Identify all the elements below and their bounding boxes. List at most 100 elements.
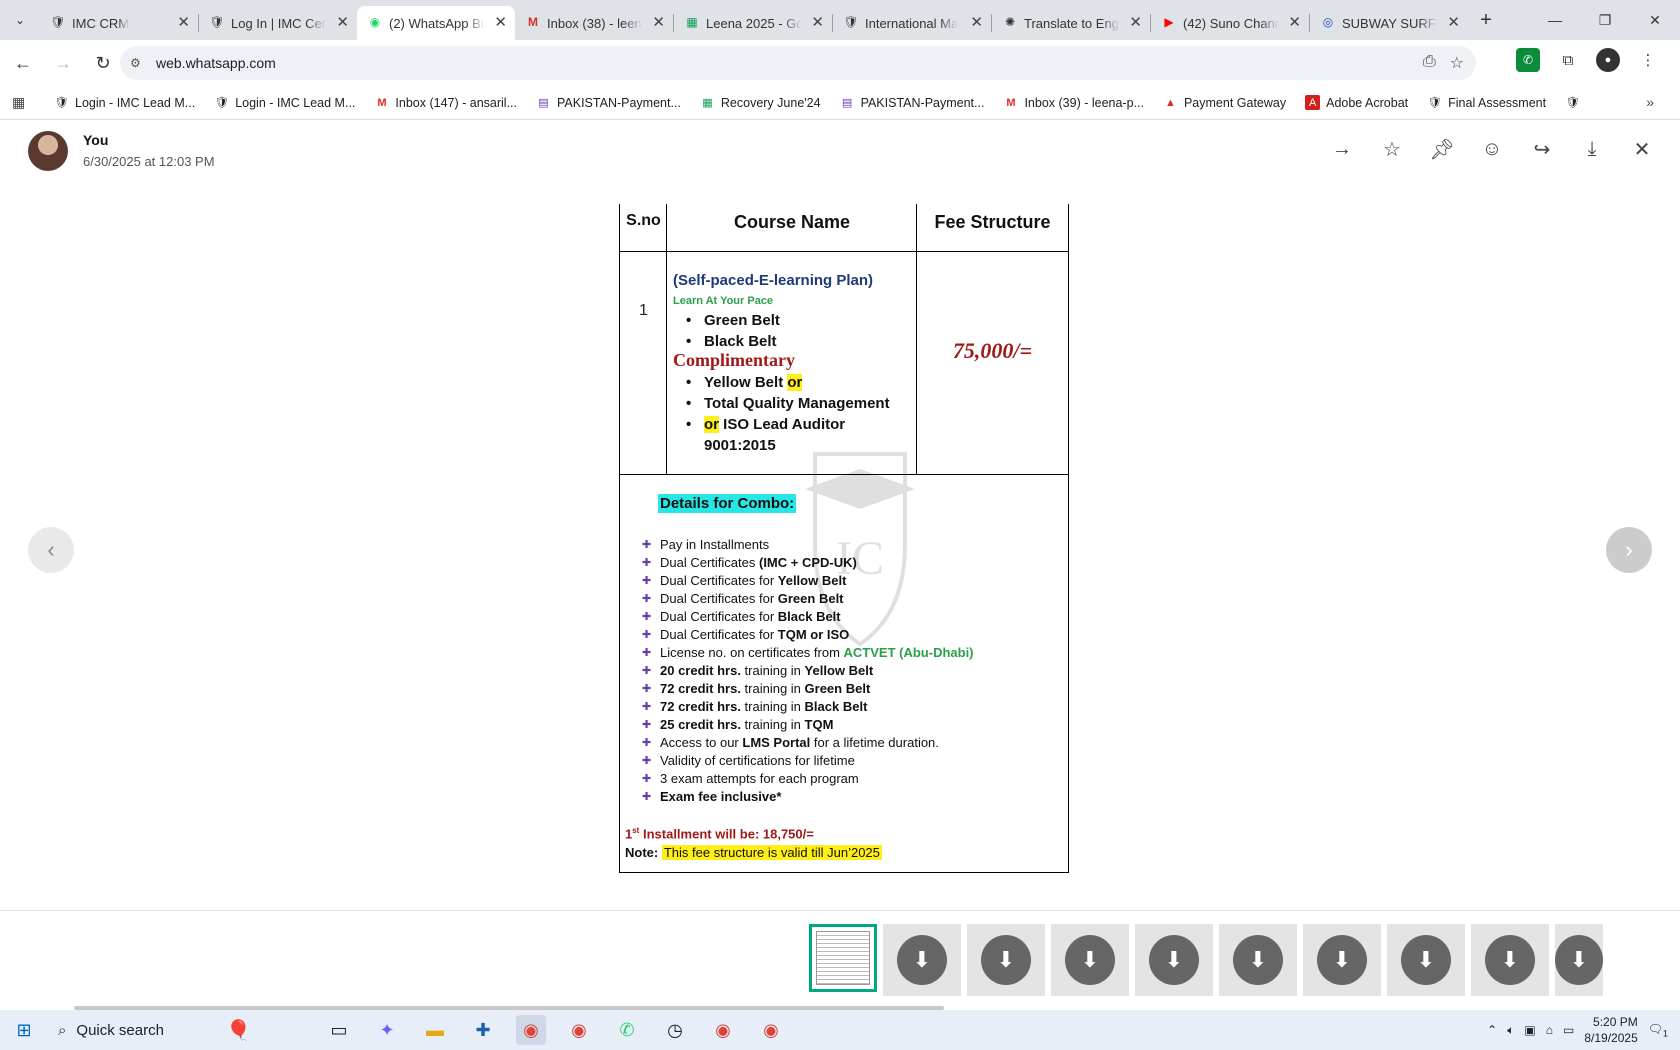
bookmark-item[interactable]: M Inbox (147) - ansaril... <box>374 95 517 110</box>
pin-icon[interactable]: 📌︎ <box>1429 137 1454 161</box>
display-icon[interactable]: ▭ <box>1563 1023 1574 1037</box>
volume-icon[interactable]: 🔈︎ <box>1507 1023 1514 1038</box>
thumbnail-download[interactable]: ⬇ <box>1555 924 1603 996</box>
forward-button[interactable]: → <box>46 46 80 80</box>
tab-close-icon[interactable]: ✕ <box>1129 13 1142 31</box>
forward-icon[interactable]: ↪ <box>1530 137 1554 161</box>
thumbnail-download[interactable]: ⬇ <box>883 924 961 996</box>
sender-avatar[interactable] <box>28 131 68 171</box>
windows-logo-icon: ⊞ <box>16 1019 32 1040</box>
tab-close-icon[interactable]: ✕ <box>811 13 824 31</box>
tab-sheets[interactable]: ▦ Leena 2025 - Go ✕ <box>674 6 832 40</box>
chrome-icon[interactable]: ◉ <box>756 1015 786 1045</box>
thumbnail-download[interactable]: ⬇ <box>1471 924 1549 996</box>
tab-close-icon[interactable]: ✕ <box>494 13 507 31</box>
notification-count: 1 <box>1662 1028 1668 1039</box>
file-explorer-icon[interactable]: ▬ <box>420 1015 450 1045</box>
tab-close-icon[interactable]: ✕ <box>336 13 349 31</box>
network-icon[interactable]: ⌂ <box>1546 1023 1553 1037</box>
chrome-icon[interactable]: ◉ <box>516 1015 546 1045</box>
tab-close-icon[interactable]: ✕ <box>652 13 665 31</box>
tab-youtube[interactable]: ▶ (42) Suno Chand ✕ <box>1151 6 1309 40</box>
bookmark-item[interactable]: 🛡 Final Assessment <box>1427 95 1546 110</box>
bookmark-item[interactable]: ▤ PAKISTAN-Payment... <box>536 95 681 110</box>
chrome-icon[interactable]: ◉ <box>564 1015 594 1045</box>
emoji-react-icon[interactable]: ☺ <box>1480 137 1504 161</box>
camera-icon[interactable]: ▣ <box>1524 1023 1535 1037</box>
row-serial: 1 <box>639 302 648 319</box>
previous-media-button[interactable]: ‹ <box>28 527 74 573</box>
restore-icon[interactable]: ❐ <box>1580 0 1630 40</box>
thumbnail-selected[interactable] <box>809 924 877 992</box>
back-button[interactable]: ← <box>6 46 40 80</box>
bookmark-item[interactable]: A Adobe Acrobat <box>1305 95 1408 110</box>
star-icon[interactable]: ☆ <box>1380 137 1404 161</box>
new-tab-button[interactable]: + <box>1468 0 1504 40</box>
item-text: training in <box>740 663 805 678</box>
tab-subway-surfers[interactable]: ◎ SUBWAY SURFE ✕ <box>1310 6 1468 40</box>
sheets-icon: ▦ <box>702 97 713 109</box>
system-clock[interactable]: 5:20 PM 8/19/2025 <box>1584 1014 1637 1046</box>
thumbnail-download[interactable]: ⬇ <box>1219 924 1297 996</box>
extensions-puzzle-icon[interactable]: ⧉ <box>1556 48 1580 72</box>
next-media-button[interactable]: › <box>1606 527 1652 573</box>
item-text: 9001:2015 <box>704 437 776 454</box>
bookmarks-overflow-icon[interactable]: » <box>1646 94 1654 110</box>
media-thumbnail-strip: ⬇ ⬇ ⬇ ⬇ ⬇ ⬇ ⬇ ⬇ ⬇ <box>809 924 1603 996</box>
clock-app-icon[interactable]: ◷ <box>660 1015 690 1045</box>
thumbnail-download[interactable]: ⬇ <box>1303 924 1381 996</box>
go-to-message-icon[interactable]: → <box>1330 137 1354 161</box>
bookmark-item[interactable]: ▦ Recovery June'24 <box>700 95 820 110</box>
thumbnail-download[interactable]: ⬇ <box>1135 924 1213 996</box>
apps-grid-icon[interactable]: ▦ <box>12 94 40 111</box>
chrome-icon[interactable]: ◉ <box>708 1015 738 1045</box>
menu-kebab-icon[interactable]: ⋮ <box>1636 48 1660 72</box>
tab-imc-login[interactable]: 🛡 Log In | IMC Cer ✕ <box>199 6 357 40</box>
bookmark-item[interactable]: 🛡 Login - IMC Lead M... <box>54 95 196 110</box>
thumbnail-download[interactable]: ⬇ <box>1051 924 1129 996</box>
whatsapp-extension-icon[interactable]: ✆ <box>1516 48 1540 72</box>
close-viewer-icon[interactable]: ✕ <box>1630 137 1654 161</box>
notifications-icon[interactable]: 🗨︎1 <box>1648 1022 1668 1038</box>
quick-search[interactable]: ⌕ Quick search 🎈 <box>48 1010 318 1050</box>
tab-close-icon[interactable]: ✕ <box>1288 13 1301 31</box>
header-sno: S.no <box>626 212 661 229</box>
minimize-icon[interactable]: — <box>1530 0 1580 40</box>
close-window-icon[interactable]: ✕ <box>1630 0 1680 40</box>
thumbnail-download[interactable]: ⬇ <box>1387 924 1465 996</box>
item-text: Dual Certificates <box>660 555 759 570</box>
bookmark-label: Final Assessment <box>1448 95 1547 110</box>
tab-imc-crm[interactable]: 🛡 IMC CRM ✕ <box>40 6 198 40</box>
site-info-icon[interactable]: ⚙ <box>130 56 148 70</box>
start-button[interactable]: ⊞ <box>0 1010 48 1050</box>
tab-international[interactable]: 🛡 International Ma ✕ <box>833 6 991 40</box>
tab-chatgpt[interactable]: ✺ Translate to Engl ✕ <box>992 6 1150 40</box>
bookmark-item[interactable]: ▲ Payment Gateway <box>1163 95 1286 110</box>
reload-button[interactable]: ↻ <box>86 46 120 80</box>
bookmark-item-icon-only[interactable]: 🛡 <box>1565 95 1580 110</box>
thumbnail-download[interactable]: ⬇ <box>967 924 1045 996</box>
address-bar[interactable]: ⚙ web.whatsapp.com ⎙ ☆ <box>120 46 1476 80</box>
whatsapp-icon[interactable]: ✆ <box>612 1015 642 1045</box>
download-icon[interactable]: ⤓ <box>1580 137 1604 161</box>
app-icon[interactable]: ✚ <box>468 1015 498 1045</box>
bookmark-star-icon[interactable]: ☆ <box>1450 53 1464 73</box>
list-item: Dual Certificates for Green Belt <box>642 590 974 608</box>
bookmark-item[interactable]: 🛡 Login - IMC Lead M... <box>214 95 356 110</box>
profile-avatar-icon[interactable]: ● <box>1596 48 1620 72</box>
bookmark-item[interactable]: ▤ PAKISTAN-Payment... <box>840 95 985 110</box>
tab-whatsapp[interactable]: ◉ (2) WhatsApp Bu ✕ <box>357 6 515 40</box>
copilot-icon[interactable]: ✦ <box>372 1015 402 1045</box>
sheets-icon: ▦ <box>686 15 698 29</box>
tab-close-icon[interactable]: ✕ <box>1447 13 1460 31</box>
bookmark-item[interactable]: M Inbox (39) - leena-p... <box>1003 95 1144 110</box>
task-view-icon[interactable]: ▭ <box>324 1015 354 1045</box>
tab-close-icon[interactable]: ✕ <box>177 13 190 31</box>
tray-overflow-icon[interactable]: ⌃ <box>1487 1023 1497 1037</box>
install-app-icon[interactable]: ⎙ <box>1423 53 1436 73</box>
tab-gmail[interactable]: M Inbox (38) - leen ✕ <box>515 6 673 40</box>
tab-search-chevron-icon[interactable]: ⌄ <box>0 0 40 40</box>
tab-close-icon[interactable]: ✕ <box>970 13 983 31</box>
validity-note: Note: This fee structure is valid till J… <box>625 845 882 860</box>
gateway-icon: ▲ <box>1165 96 1176 109</box>
